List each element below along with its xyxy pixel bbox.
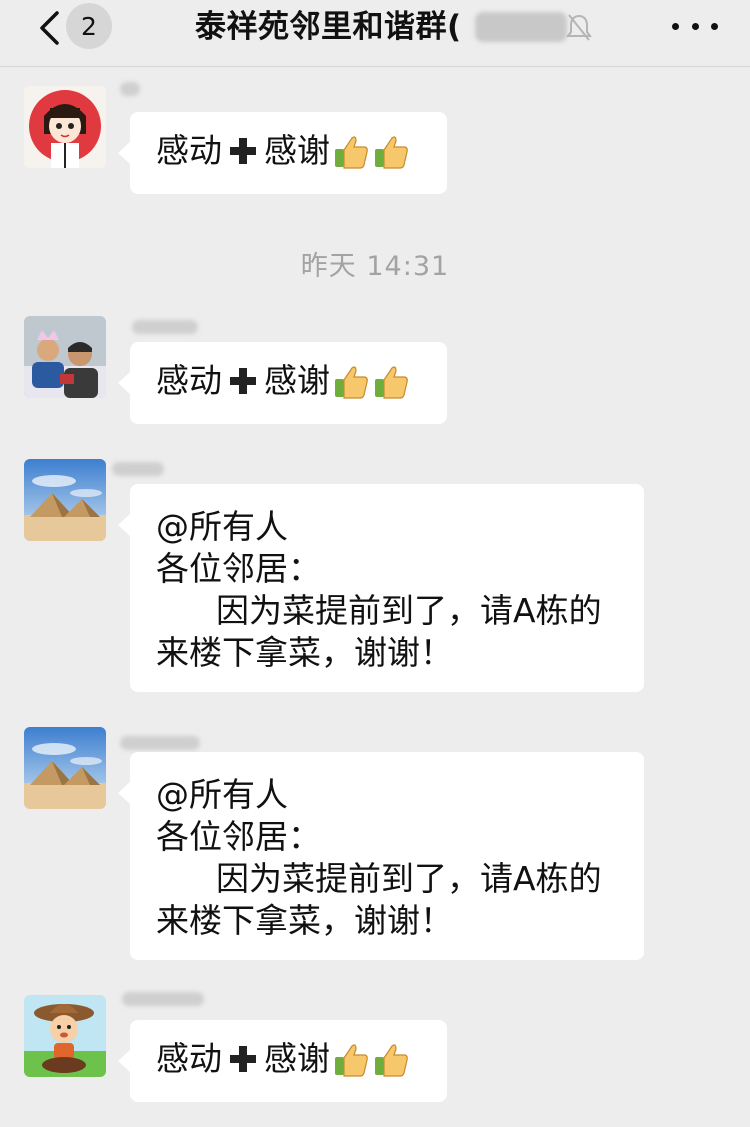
message-bubble[interactable]: 感动 感谢: [118, 342, 447, 424]
nickname-redacted: [120, 736, 200, 750]
message-text: 各位邻居：: [156, 817, 321, 856]
mention-all: @所有人: [156, 775, 288, 814]
nickname-redacted: [112, 462, 164, 476]
chevron-left-icon: [40, 11, 59, 45]
message-text: 来楼下拿菜，谢谢！: [156, 901, 453, 940]
nickname-redacted: [122, 992, 204, 1006]
avatar[interactable]: [24, 459, 106, 541]
thumbs-up-emoji-icon: [335, 136, 368, 169]
avatar[interactable]: [24, 995, 106, 1077]
nickname-redacted: [120, 82, 140, 96]
thumbs-up-emoji-icon: [335, 1044, 368, 1077]
unread-count-badge[interactable]: 2: [66, 3, 112, 49]
message-bubble[interactable]: 感动 感谢: [118, 1020, 447, 1102]
message-text: 来楼下拿菜，谢谢！: [156, 633, 453, 672]
message-text: 感谢: [264, 1039, 330, 1078]
thumbs-up-emoji-icon: [335, 366, 368, 399]
chat-header: 2 泰祥苑邻里和谐群(: [0, 0, 750, 67]
message-text: 感谢: [264, 131, 330, 170]
message-text: 感谢: [264, 361, 330, 400]
dot-icon: [691, 22, 699, 30]
mention-all: @所有人: [156, 507, 288, 546]
plus-emoji-icon: [230, 368, 256, 394]
pyramids-avatar-icon: [24, 727, 106, 809]
message-text: 感动: [156, 131, 222, 170]
dot-icon: [711, 22, 718, 30]
dot-icon: [672, 22, 679, 30]
message-text: 因为菜提前到了，请A栋的: [216, 859, 602, 898]
avatar[interactable]: [24, 86, 106, 168]
group-photo-avatar-icon: [24, 316, 106, 398]
cowboy-cartoon-avatar-icon: [24, 995, 106, 1077]
nickname-redacted: [132, 320, 198, 334]
message-bubble[interactable]: 感动 感谢: [118, 112, 447, 194]
plus-emoji-icon: [230, 138, 256, 164]
member-count-redacted: [475, 12, 567, 42]
avatar[interactable]: [24, 316, 106, 398]
message-text: 因为菜提前到了，请A栋的: [216, 591, 602, 630]
message-bubble[interactable]: @所有人 各位邻居： 因为菜提前到了，请A栋的 来楼下拿菜，谢谢！: [118, 484, 644, 692]
back-button[interactable]: [30, 8, 70, 48]
message-bubble[interactable]: @所有人 各位邻居： 因为菜提前到了，请A栋的 来楼下拿菜，谢谢！: [118, 752, 644, 960]
chat-title[interactable]: 泰祥苑邻里和谐群(: [195, 7, 462, 47]
message-text: 感动: [156, 361, 222, 400]
message-text: 感动: [156, 1039, 222, 1078]
mute-bell-icon: [566, 14, 592, 41]
pyramids-avatar-icon: [24, 459, 106, 541]
thumbs-up-emoji-icon: [375, 366, 408, 399]
avatar[interactable]: [24, 727, 106, 809]
thumbs-up-emoji-icon: [375, 136, 408, 169]
more-options-button[interactable]: [672, 8, 718, 44]
message-timestamp: 昨天 14:31: [300, 251, 450, 282]
thumbs-up-emoji-icon: [375, 1044, 408, 1077]
message-text: 各位邻居：: [156, 549, 321, 588]
girl-cartoon-avatar-icon: [24, 86, 106, 168]
plus-emoji-icon: [230, 1046, 256, 1072]
